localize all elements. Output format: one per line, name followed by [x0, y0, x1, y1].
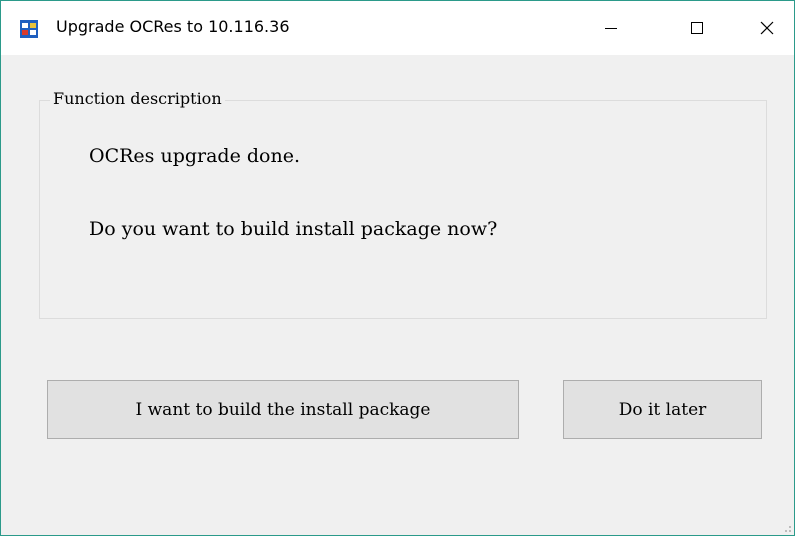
dialog-window: Upgrade OCRes to 10.116.36 Function desc…: [0, 0, 795, 536]
maximize-button[interactable]: [661, 1, 733, 55]
build-prompt-message: Do you want to build install package now…: [89, 218, 498, 240]
function-description-group: [39, 100, 767, 319]
minimize-button[interactable]: [575, 1, 647, 55]
close-icon: [760, 21, 774, 35]
app-icon: [20, 20, 38, 38]
build-install-package-button[interactable]: I want to build the install package: [47, 380, 519, 439]
title-bar[interactable]: Upgrade OCRes to 10.116.36: [1, 1, 794, 55]
upgrade-done-message: OCRes upgrade done.: [89, 145, 300, 167]
maximize-icon: [691, 22, 703, 34]
minimize-icon: [605, 28, 617, 29]
close-button[interactable]: [731, 1, 794, 55]
window-title: Upgrade OCRes to 10.116.36: [56, 17, 290, 36]
do-it-later-button[interactable]: Do it later: [563, 380, 762, 439]
resize-grip-icon[interactable]: [780, 521, 792, 533]
group-legend: Function description: [50, 89, 225, 108]
